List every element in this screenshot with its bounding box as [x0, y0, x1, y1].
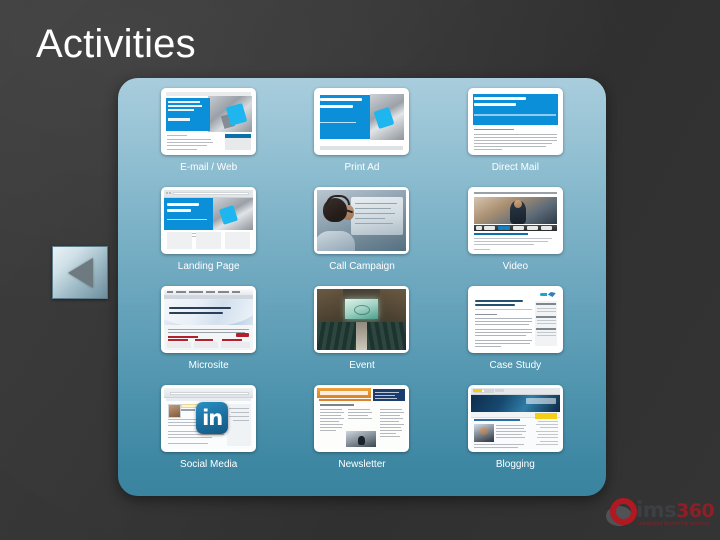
- thumbnail-blogging[interactable]: [467, 385, 563, 452]
- activity-tile-microsite[interactable]: Microsite: [132, 286, 285, 385]
- slide: Activities E-mail / Web Print Ad Direct …: [0, 0, 720, 540]
- activity-tile-call-campaign[interactable]: Call Campaign: [285, 187, 438, 286]
- activity-label: Call Campaign: [329, 261, 395, 272]
- activities-panel: E-mail / Web Print Ad Direct Mail Landin…: [118, 78, 606, 496]
- thumbnail-video[interactable]: [467, 187, 563, 254]
- activity-tile-direct-mail[interactable]: Direct Mail: [439, 88, 592, 187]
- linkedin-icon: in: [196, 402, 229, 434]
- activity-label: Landing Page: [177, 261, 240, 272]
- thumbnail-microsite[interactable]: [161, 286, 257, 353]
- thumbnail-email-web[interactable]: [161, 88, 257, 155]
- activity-tile-case-study[interactable]: Case Study: [439, 286, 592, 385]
- back-button[interactable]: [52, 246, 108, 299]
- page-title: Activities: [36, 22, 196, 66]
- left-triangle-icon: [67, 257, 93, 288]
- thumbnail-newsletter[interactable]: [314, 385, 410, 452]
- activity-tile-landing-page[interactable]: Landing Page: [132, 187, 285, 286]
- logo-ring-icon: [610, 498, 637, 525]
- brand-name: ims: [636, 498, 677, 522]
- activity-tile-event[interactable]: Event: [285, 286, 438, 385]
- thumbnail-landing-page[interactable]: [161, 187, 257, 254]
- activity-tile-email-web[interactable]: E-mail / Web: [132, 88, 285, 187]
- activity-label: Social Media: [180, 459, 238, 470]
- activity-label: Event: [349, 360, 375, 371]
- activity-label: Video: [502, 261, 529, 272]
- activity-label: Print Ad: [344, 162, 380, 173]
- brand-suffix: 360: [676, 500, 715, 522]
- activity-tile-print-ad[interactable]: Print Ad: [285, 88, 438, 187]
- activity-label: Newsletter: [338, 459, 386, 470]
- activity-tile-blogging[interactable]: Blogging: [439, 385, 592, 484]
- activity-tile-newsletter[interactable]: Newsletter: [285, 385, 438, 484]
- thumbnail-case-study[interactable]: [467, 286, 563, 353]
- thumbnail-call-campaign[interactable]: [314, 187, 410, 254]
- activity-label: Direct Mail: [491, 162, 539, 173]
- brand-wordmark: ims360: [636, 498, 715, 523]
- thumbnail-social-media[interactable]: in: [161, 385, 257, 452]
- thumbnail-event[interactable]: [314, 286, 410, 353]
- activity-label: E-mail / Web: [180, 162, 238, 173]
- brand-logo: ims360 Integrated Marketing Services: [604, 494, 715, 534]
- thumbnail-print-ad[interactable]: [314, 88, 410, 155]
- thumbnail-direct-mail[interactable]: [467, 88, 563, 155]
- activity-tile-social-media[interactable]: in Social Media: [132, 385, 285, 484]
- activity-label: Blogging: [495, 459, 535, 470]
- brand-tagline: Integrated Marketing Services: [638, 521, 711, 527]
- activity-tile-video[interactable]: Video: [439, 187, 592, 286]
- activity-label: Case Study: [489, 360, 542, 371]
- activities-grid: E-mail / Web Print Ad Direct Mail Landin…: [118, 78, 606, 496]
- activity-label: Microsite: [188, 360, 229, 371]
